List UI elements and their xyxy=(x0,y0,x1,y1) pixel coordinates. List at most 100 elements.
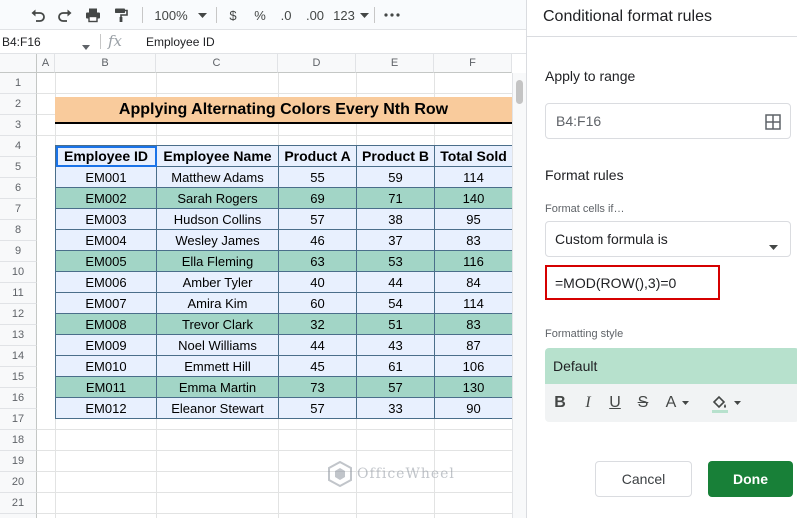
total-sold-cell[interactable]: 87 xyxy=(434,334,513,356)
header-employee-id[interactable]: Employee ID xyxy=(55,145,157,167)
total-sold-cell[interactable]: 106 xyxy=(434,355,513,377)
formula-input[interactable]: Employee ID xyxy=(146,30,215,53)
employee-id-cell[interactable]: EM002 xyxy=(55,187,157,209)
text-color-button[interactable]: A xyxy=(663,392,679,414)
product-a-cell[interactable]: 55 xyxy=(278,166,357,188)
employee-id-cell[interactable]: EM010 xyxy=(55,355,157,377)
product-a-cell[interactable]: 60 xyxy=(278,292,357,314)
employee-id-cell[interactable]: EM008 xyxy=(55,313,157,335)
total-sold-cell[interactable]: 84 xyxy=(434,271,513,293)
employee-name-cell[interactable]: Ella Fleming xyxy=(156,250,279,272)
product-a-cell[interactable]: 69 xyxy=(278,187,357,209)
product-b-cell[interactable]: 71 xyxy=(356,187,435,209)
product-b-cell[interactable]: 51 xyxy=(356,313,435,335)
sheet-title[interactable]: Applying Alternating Colors Every Nth Ro… xyxy=(55,97,512,124)
total-sold-cell[interactable]: 114 xyxy=(434,292,513,314)
row-header-3[interactable]: 3 xyxy=(0,115,37,136)
column-header-e[interactable]: E xyxy=(356,54,434,73)
row-header-9[interactable]: 9 xyxy=(0,241,37,262)
product-a-cell[interactable]: 57 xyxy=(278,397,357,419)
total-sold-cell[interactable]: 90 xyxy=(434,397,513,419)
row-header-19[interactable]: 19 xyxy=(0,451,37,472)
row-header-15[interactable]: 15 xyxy=(0,367,37,388)
row-header-11[interactable]: 11 xyxy=(0,283,37,304)
row-header-14[interactable]: 14 xyxy=(0,346,37,367)
range-input[interactable]: B4:F16 xyxy=(545,103,791,139)
total-sold-cell[interactable]: 114 xyxy=(434,166,513,188)
product-b-cell[interactable]: 38 xyxy=(356,208,435,230)
product-a-cell[interactable]: 32 xyxy=(278,313,357,335)
more-options-icon[interactable] xyxy=(382,0,402,30)
row-header-1[interactable]: 1 xyxy=(0,73,37,94)
custom-formula-input[interactable]: =MOD(ROW(),3)=0 xyxy=(545,265,720,300)
row-header-18[interactable]: 18 xyxy=(0,430,37,451)
chevron-down-icon[interactable] xyxy=(82,39,90,53)
chevron-down-icon[interactable] xyxy=(358,0,370,30)
column-header-f[interactable]: F xyxy=(434,54,512,73)
header-product-b[interactable]: Product B xyxy=(356,145,435,167)
row-header-5[interactable]: 5 xyxy=(0,157,37,178)
chevron-down-icon[interactable] xyxy=(680,392,690,414)
undo-icon[interactable] xyxy=(28,0,48,30)
total-sold-cell[interactable]: 83 xyxy=(434,229,513,251)
product-b-cell[interactable]: 43 xyxy=(356,334,435,356)
employee-name-cell[interactable]: Wesley James xyxy=(156,229,279,251)
total-sold-cell[interactable]: 140 xyxy=(434,187,513,209)
currency-format-button[interactable]: $ xyxy=(226,0,240,30)
bold-button[interactable]: B xyxy=(553,392,567,414)
product-a-cell[interactable]: 40 xyxy=(278,271,357,293)
product-b-cell[interactable]: 57 xyxy=(356,376,435,398)
row-header-22[interactable]: 22 xyxy=(0,514,37,518)
employee-name-cell[interactable]: Trevor Clark xyxy=(156,313,279,335)
employee-id-cell[interactable]: EM006 xyxy=(55,271,157,293)
chevron-down-icon[interactable] xyxy=(769,237,778,253)
zoom-select[interactable]: 100% xyxy=(150,0,192,30)
employee-name-cell[interactable]: Amber Tyler xyxy=(156,271,279,293)
header-product-a[interactable]: Product A xyxy=(278,145,357,167)
strikethrough-button[interactable]: S xyxy=(635,392,651,414)
employee-id-cell[interactable]: EM001 xyxy=(55,166,157,188)
chevron-down-icon[interactable] xyxy=(732,392,742,414)
employee-name-cell[interactable]: Matthew Adams xyxy=(156,166,279,188)
employee-name-cell[interactable]: Sarah Rogers xyxy=(156,187,279,209)
total-sold-cell[interactable]: 83 xyxy=(434,313,513,335)
paint-format-icon[interactable] xyxy=(111,0,131,30)
row-header-7[interactable]: 7 xyxy=(0,199,37,220)
employee-id-cell[interactable]: EM005 xyxy=(55,250,157,272)
row-header-8[interactable]: 8 xyxy=(0,220,37,241)
redo-icon[interactable] xyxy=(55,0,75,30)
employee-name-cell[interactable]: Emma Martin xyxy=(156,376,279,398)
employee-name-cell[interactable]: Hudson Collins xyxy=(156,208,279,230)
vertical-scrollbar[interactable] xyxy=(512,73,526,518)
row-header-4[interactable]: 4 xyxy=(0,136,37,157)
row-header-10[interactable]: 10 xyxy=(0,262,37,283)
row-header-6[interactable]: 6 xyxy=(0,178,37,199)
cancel-button[interactable]: Cancel xyxy=(595,461,692,497)
column-header-a[interactable]: A xyxy=(37,54,55,73)
employee-id-cell[interactable]: EM012 xyxy=(55,397,157,419)
row-header-17[interactable]: 17 xyxy=(0,409,37,430)
employee-id-cell[interactable]: EM011 xyxy=(55,376,157,398)
row-header-12[interactable]: 12 xyxy=(0,304,37,325)
product-b-cell[interactable]: 53 xyxy=(356,250,435,272)
employee-id-cell[interactable]: EM009 xyxy=(55,334,157,356)
product-a-cell[interactable]: 46 xyxy=(278,229,357,251)
employee-id-cell[interactable]: EM003 xyxy=(55,208,157,230)
chevron-down-icon[interactable] xyxy=(196,0,208,30)
decrease-decimal-button[interactable]: .0 xyxy=(276,0,296,30)
percent-format-button[interactable]: % xyxy=(253,0,267,30)
employee-id-cell[interactable]: EM004 xyxy=(55,229,157,251)
product-b-cell[interactable]: 44 xyxy=(356,271,435,293)
row-header-13[interactable]: 13 xyxy=(0,325,37,346)
product-a-cell[interactable]: 57 xyxy=(278,208,357,230)
product-b-cell[interactable]: 37 xyxy=(356,229,435,251)
product-a-cell[interactable]: 63 xyxy=(278,250,357,272)
row-header-16[interactable]: 16 xyxy=(0,388,37,409)
italic-button[interactable]: I xyxy=(581,392,595,414)
style-preview[interactable]: Default xyxy=(545,348,797,384)
select-all-corner[interactable] xyxy=(0,54,37,73)
more-formats-button[interactable]: 123 xyxy=(332,0,356,30)
increase-decimal-button[interactable]: .00 xyxy=(303,0,327,30)
product-a-cell[interactable]: 45 xyxy=(278,355,357,377)
product-b-cell[interactable]: 59 xyxy=(356,166,435,188)
